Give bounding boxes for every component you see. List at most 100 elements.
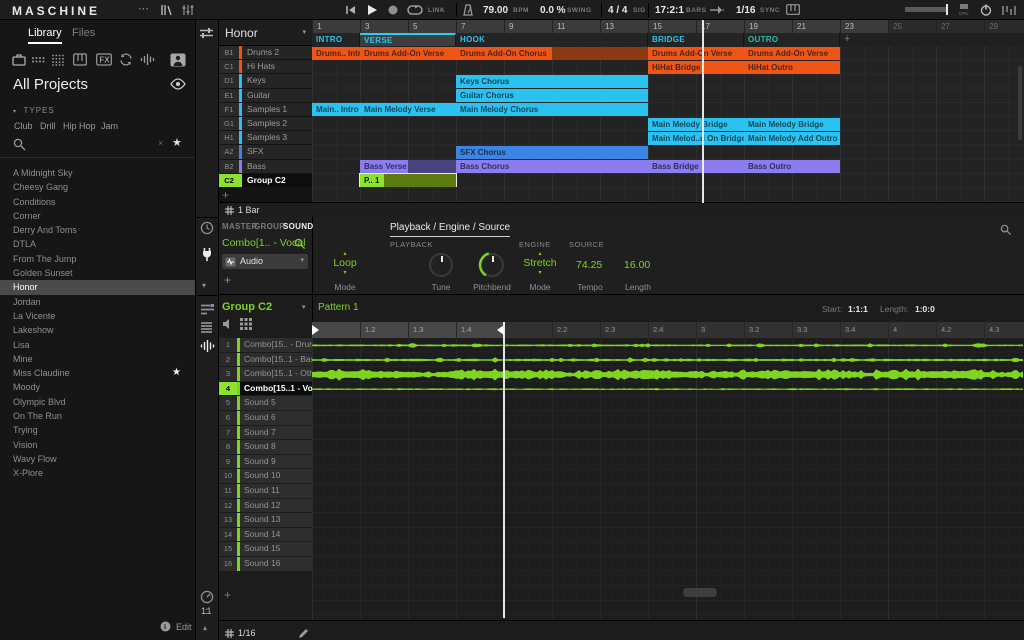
effects-filter-icon[interactable]: FX <box>96 53 112 66</box>
sound-slot-name[interactable]: Sound 16 <box>240 557 312 571</box>
track-name[interactable]: Bass <box>242 160 312 173</box>
clip[interactable]: Bass Outro <box>744 160 840 173</box>
track-row-h1[interactable]: H1Samples 3 <box>219 131 312 144</box>
stepper-down-icon[interactable]: ▾ <box>512 270 568 276</box>
pad-grid-icon[interactable] <box>240 318 253 330</box>
loops-filter-icon[interactable] <box>119 53 133 66</box>
clip[interactable]: Main Melody Add Outro <box>744 132 840 145</box>
sound-slot-name[interactable]: Sound 5 <box>240 396 312 410</box>
input-source-dropdown[interactable]: Audio ▾ <box>222 254 308 269</box>
project-item[interactable]: From The Jump <box>0 252 195 266</box>
search-icon[interactable] <box>13 138 26 151</box>
scene-header-hook[interactable]: HOOK <box>456 33 648 46</box>
project-item[interactable]: Conditions <box>0 195 195 209</box>
sound-slot-15[interactable]: 15Sound 15 <box>219 542 312 557</box>
track-pad-id[interactable]: B1 <box>219 46 239 59</box>
track-pad-id[interactable]: G1 <box>219 117 239 130</box>
clip[interactable]: Bass Bridge <box>648 160 744 173</box>
track-pad-id[interactable]: C2 <box>219 174 239 187</box>
tempo-value[interactable]: 74.25 <box>576 259 602 271</box>
search-input[interactable] <box>30 138 155 152</box>
sound-slot-name[interactable]: Sound 8 <box>240 440 312 454</box>
track-name[interactable]: Drums 2 <box>242 46 312 59</box>
project-item[interactable]: Miss Claudine★ <box>0 366 195 380</box>
track-name[interactable]: Samples 2 <box>242 117 312 130</box>
sig-value[interactable]: 4 / 4 <box>608 5 627 16</box>
clip[interactable]: Bass Chorus <box>456 160 648 173</box>
user-library-icon[interactable] <box>170 53 186 67</box>
clip-repeat-tail[interactable] <box>408 160 456 173</box>
selected-sound-name[interactable]: Combo[1.. - Vocal <box>222 237 305 249</box>
sound-slot-1[interactable]: 1Combo[15.. - Drums <box>219 338 312 353</box>
track-row-d1[interactable]: D1Keys <box>219 74 312 87</box>
groups-filter-icon[interactable] <box>31 53 46 66</box>
tab-sound[interactable]: SOUND <box>283 222 313 231</box>
sync-value[interactable]: 1/16 <box>736 5 755 16</box>
pattern-start-flag[interactable] <box>312 325 319 335</box>
track-row-e1[interactable]: E1Guitar <box>219 89 312 102</box>
playback-mode-stepper[interactable]: ▴ Loop ▾ <box>317 251 373 276</box>
type-tag[interactable]: Club <box>14 121 33 131</box>
sound-slot-6[interactable]: 6Sound 6 <box>219 411 312 426</box>
scene-header-outro[interactable]: OUTRO <box>744 33 840 46</box>
add-module-button[interactable]: + <box>224 273 231 287</box>
type-tag[interactable]: Jam <box>101 121 118 131</box>
arrange-mixer-icon[interactable] <box>199 26 214 40</box>
track-name[interactable]: Keys <box>242 74 312 87</box>
scene-header-bridge[interactable]: BRIDGE <box>648 33 744 46</box>
track-pad-id[interactable]: E1 <box>219 89 239 102</box>
track-row-b1[interactable]: B1Drums 2 <box>219 46 312 59</box>
clip[interactable]: Main Melod..d On Bridge 1 <box>648 132 744 145</box>
clip[interactable]: Drums Add-On Verse <box>360 47 456 60</box>
sampler-wave-icon[interactable] <box>200 339 215 353</box>
sound-slot-name[interactable]: Sound 14 <box>240 528 312 542</box>
scene-header-intro[interactable]: INTRO <box>312 33 360 46</box>
project-item[interactable]: Derry And Toms <box>0 223 195 237</box>
track-row-g1[interactable]: G1Samples 2 <box>219 117 312 130</box>
clip[interactable]: Main Melody Bridge <box>648 118 744 131</box>
playback-mode-value[interactable]: Loop <box>317 257 373 270</box>
sound-slot-13[interactable]: 13Sound 13 <box>219 513 312 528</box>
pattern-list-icon[interactable] <box>200 321 214 334</box>
panel-search-icon[interactable] <box>1000 224 1012 236</box>
sound-slot-name[interactable]: Sound 11 <box>240 484 312 498</box>
chevron-down-icon[interactable]: ▾ <box>302 303 306 311</box>
track-pad-id[interactable]: B2 <box>219 160 239 173</box>
instruments-filter-icon[interactable] <box>73 53 87 66</box>
sound-slot-name[interactable]: Combo[15..1 - Vocal <box>240 382 312 396</box>
plugin-panel-title[interactable]: Playback / Engine / Source <box>390 222 510 237</box>
clip[interactable]: Drums.. Intro <box>312 47 360 60</box>
type-tag[interactable]: Hip Hop <box>63 121 96 131</box>
arranger-playhead[interactable] <box>702 20 704 203</box>
sound-slot-9[interactable]: 9Sound 9 <box>219 455 312 470</box>
track-row-c1[interactable]: C1Hi Hats <box>219 60 312 73</box>
pencil-edit-icon[interactable] <box>298 628 309 639</box>
project-item[interactable]: On The Run <box>0 409 195 423</box>
count-in-icon[interactable]: 1:1 <box>201 606 211 616</box>
project-item[interactable]: Vision <box>0 438 195 452</box>
track-pad-id[interactable]: F1 <box>219 103 239 116</box>
follow-playhead-icon[interactable] <box>710 6 724 14</box>
track-pad-id[interactable]: C1 <box>219 60 239 73</box>
bars-value[interactable]: 17:2:1 <box>655 5 684 16</box>
clip[interactable]: Drums Add-On Verse <box>744 47 840 60</box>
project-item[interactable]: Honor <box>0 280 195 294</box>
pattern-grid-value[interactable]: 1/16 <box>238 628 256 638</box>
clip[interactable]: Main.. Intro <box>312 103 360 116</box>
scene-header-verse[interactable]: VERSE <box>360 33 456 46</box>
bpm-value[interactable]: 79.00 <box>483 5 508 16</box>
project-item[interactable]: Moody <box>0 380 195 394</box>
project-item[interactable]: DTLA <box>0 237 195 251</box>
tab-library[interactable]: Library <box>28 27 62 44</box>
eye-icon[interactable] <box>170 78 186 90</box>
restart-button[interactable] <box>345 5 356 15</box>
pattern-name[interactable]: Pattern 1 <box>318 302 359 313</box>
track-row-b2[interactable]: B2Bass <box>219 160 312 173</box>
arranger-grid[interactable]: Drums.. IntroDrums Add-On VerseDrums Add… <box>312 46 1024 202</box>
clip[interactable]: P.. 1 <box>360 174 384 187</box>
projects-filter-icon[interactable] <box>12 53 26 66</box>
sound-slot-5[interactable]: 5Sound 5 <box>219 396 312 411</box>
clip[interactable]: Main Melody Bridge <box>744 118 840 131</box>
play-button[interactable] <box>367 5 377 15</box>
arranger-grid-value[interactable]: 1 Bar <box>238 205 260 215</box>
